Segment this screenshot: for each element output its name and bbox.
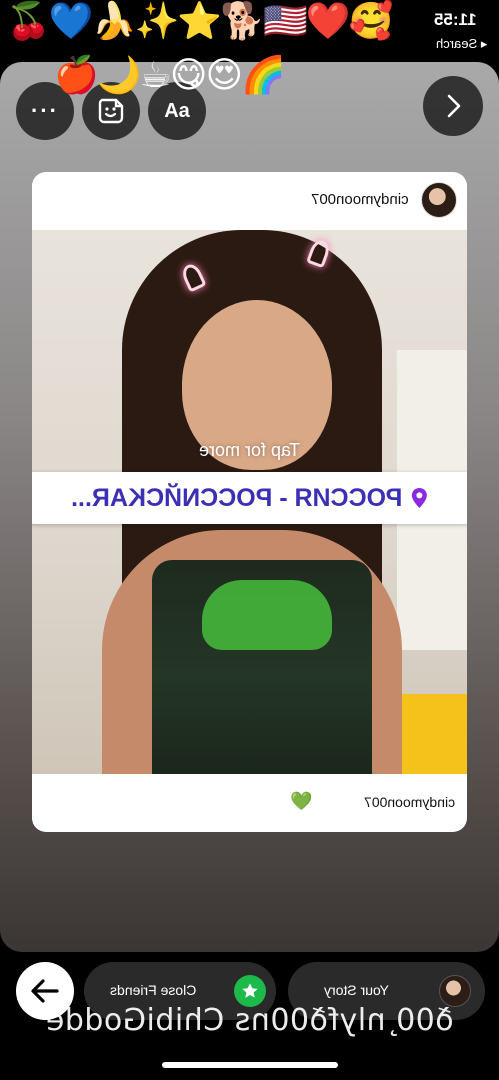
shared-post-card[interactable]: cindymoon007 Tap for more РОССИЯ - POCCN… (32, 172, 467, 832)
home-indicator (162, 1062, 338, 1068)
story-canvas[interactable]: ··· Aa cindymoon007 Tap for more РОССИЯ … (0, 62, 499, 952)
location-name: РОССИЯ - POCCNЙCKAR... (70, 483, 403, 512)
star-icon (242, 983, 258, 998)
post-author-avatar (421, 182, 457, 218)
your-story-label: Your Story (324, 982, 389, 998)
footer-username: cindymoon007 (363, 794, 455, 810)
location-pin-icon (411, 488, 427, 508)
emoji-overlay-row-2: 🍎🌙☕😋😍🌈 (54, 55, 286, 96)
post-header: cindymoon007 (32, 172, 467, 230)
next-button[interactable] (423, 76, 483, 136)
text-tool-label: Aa (164, 99, 190, 122)
post-footer: 💚😋 cindymoon007 (32, 774, 467, 832)
post-photo: Tap for more РОССИЯ - POCCNЙCKAR... (32, 230, 467, 774)
back-to-search-link[interactable]: ◂ Search (436, 36, 487, 52)
story-editor-screen: 11:55 ◂ Search ··· Aa cindymoon007 Tap f… (0, 0, 499, 1080)
sticker-icon (98, 98, 124, 124)
emoji-overlay-row-1: 🍒💙🍌✨⭐🐕🇺🇸❤️🥰 (6, 1, 393, 42)
more-dots-label: ··· (31, 98, 59, 123)
photo-bikini (202, 580, 332, 650)
post-username: cindymoon007 (311, 191, 409, 208)
chevron-right-icon (447, 94, 461, 118)
tap-for-more-hint: Tap for more (198, 440, 301, 460)
overlay-caption-text: ð00 ̧nlyfð00ns ChibiGodde (45, 1003, 454, 1038)
footer-emoji: 💚😋 (290, 791, 332, 812)
close-friends-label: Close Friends (110, 982, 197, 998)
location-sticker[interactable]: РОССИЯ - POCCNЙCKAR... (32, 472, 467, 524)
status-time: 11:55 (434, 10, 477, 29)
